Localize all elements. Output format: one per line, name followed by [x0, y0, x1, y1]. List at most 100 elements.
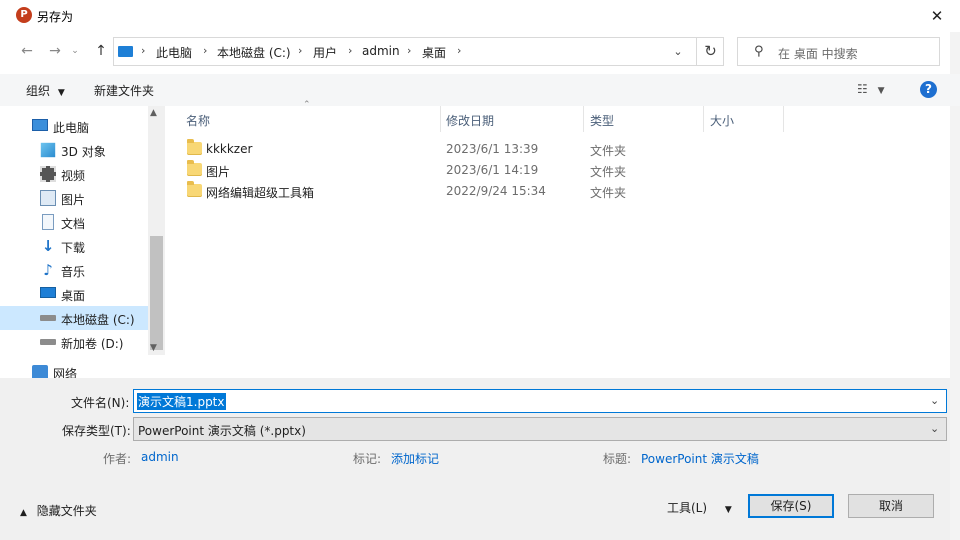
computer-icon [32, 119, 48, 131]
nav-item-label: 本地磁盘 (C:) [61, 313, 135, 327]
column-header-name[interactable]: 名称 [186, 112, 210, 138]
tools-menu[interactable]: 工具(L) ▼ [667, 499, 732, 516]
nav-item-label: 新加卷 (D:) [61, 337, 124, 351]
file-modified: 2022/9/24 15:34 [446, 184, 546, 198]
nav-item-documents[interactable]: 文档 [0, 210, 148, 234]
file-modified: 2023/6/1 14:19 [446, 163, 539, 177]
address-dropdown-icon[interactable]: ⌄ [668, 42, 688, 62]
column-divider[interactable] [440, 106, 441, 132]
help-icon[interactable]: ? [920, 81, 937, 98]
column-divider[interactable] [583, 106, 584, 132]
up-arrow-icon[interactable]: ↑ [90, 40, 112, 62]
scroll-down-icon[interactable]: ▼ [150, 343, 157, 353]
file-modified: 2023/6/1 13:39 [446, 142, 539, 156]
file-type: 文件夹 [590, 144, 627, 158]
file-row[interactable]: 网络编辑超级工具箱 2022/9/24 15:34 文件夹 [168, 181, 638, 202]
back-arrow-icon[interactable]: ← [16, 40, 38, 62]
drive-icon [40, 315, 56, 321]
file-type: 文件夹 [590, 186, 627, 200]
new-folder-button[interactable]: 新建文件夹 [94, 82, 154, 99]
filetype-select[interactable]: PowerPoint 演示文稿 (*.pptx) ⌄ [133, 417, 947, 441]
column-divider[interactable] [783, 106, 784, 132]
column-divider[interactable] [703, 106, 704, 132]
nav-item-this-pc[interactable]: 此电脑 [0, 114, 148, 138]
nav-item-label: 此电脑 [53, 121, 90, 135]
music-icon: ♪ [43, 261, 53, 279]
file-type: 文件夹 [590, 165, 627, 179]
recent-chevron-icon[interactable]: ⌄ [64, 40, 86, 62]
filename-field[interactable]: 演示文稿1.pptx ⌄ [133, 389, 947, 413]
organize-menu[interactable]: 组织 ▼ [26, 82, 65, 99]
hide-folders-label: 隐藏文件夹 [36, 504, 97, 518]
tools-label: 工具(L) [667, 501, 708, 515]
file-row[interactable]: 图片 2023/6/1 14:19 文件夹 [168, 160, 638, 181]
breadcrumb-local-disk[interactable]: 本地磁盘 (C:) [217, 44, 291, 61]
title-value[interactable]: PowerPoint 演示文稿 [641, 450, 759, 467]
nav-item-label: 下载 [61, 241, 86, 255]
chevron-down-icon[interactable]: ⌄ [930, 422, 939, 435]
nav-item-3d-objects[interactable]: 3D 对象 [0, 138, 148, 162]
nav-scrollbar-thumb[interactable] [150, 236, 163, 350]
filetype-value: PowerPoint 演示文稿 (*.pptx) [138, 424, 306, 438]
nav-item-network[interactable]: 网络 [0, 361, 148, 378]
folder-icon [187, 181, 202, 197]
dropdown-arrow-icon: ▼ [724, 505, 732, 515]
dropdown-arrow-icon: ▼ [57, 88, 65, 98]
organize-label: 组织 [26, 84, 51, 98]
nav-item-new-volume-d[interactable]: 新加卷 (D:) [0, 330, 148, 354]
address-bar[interactable]: › 此电脑 › 本地磁盘 (C:) › 用户 › admin › 桌面 › ⌄ [113, 37, 724, 66]
column-header-modified[interactable]: 修改日期 [446, 112, 494, 138]
breadcrumb-admin[interactable]: admin [362, 44, 400, 58]
breadcrumb-users[interactable]: 用户 [313, 44, 337, 61]
nav-item-pictures[interactable]: 图片 [0, 186, 148, 210]
chevron-up-icon: ▲ [20, 508, 27, 518]
column-header-size[interactable]: 大小 [710, 112, 734, 138]
tags-value[interactable]: 添加标记 [391, 450, 439, 467]
pictures-icon [40, 190, 56, 206]
cancel-button[interactable]: 取消 [848, 494, 934, 518]
breadcrumb-separator[interactable]: › [203, 44, 207, 57]
breadcrumb-separator[interactable]: › [141, 44, 145, 57]
download-icon: ↓ [41, 237, 55, 255]
chevron-down-icon[interactable]: ⌄ [930, 394, 939, 407]
folder-icon [187, 139, 202, 155]
filetype-label: 保存类型(T): [62, 424, 131, 438]
title-bar [0, 0, 960, 32]
file-row[interactable]: kkkkzer 2023/6/1 13:39 文件夹 [168, 139, 638, 160]
hide-folders-toggle[interactable]: ▲ 隐藏文件夹 [20, 502, 97, 519]
save-button[interactable]: 保存(S) [748, 494, 834, 518]
breadcrumb-separator[interactable]: › [348, 44, 352, 57]
search-input[interactable]: ⚲ 在 桌面 中搜索 [737, 37, 940, 66]
column-header-type[interactable]: 类型 [590, 112, 614, 138]
breadcrumb-separator[interactable]: › [407, 44, 411, 57]
nav-item-videos[interactable]: 视频 [0, 162, 148, 186]
nav-item-desktop[interactable]: 桌面 [0, 282, 148, 306]
author-value[interactable]: admin [141, 450, 179, 464]
breadcrumb-desktop[interactable]: 桌面 [422, 44, 446, 61]
network-icon [32, 365, 48, 378]
nav-item-label: 网络 [53, 367, 78, 378]
view-options-icon[interactable]: ☷ ▼ [857, 82, 885, 96]
filename-label: 文件名(N): [71, 396, 130, 410]
drive-icon [40, 339, 56, 345]
scroll-up-icon[interactable]: ▲ [150, 108, 157, 118]
nav-item-downloads[interactable]: ↓ 下载 [0, 234, 148, 258]
breadcrumb-separator[interactable]: › [298, 44, 302, 57]
nav-item-label: 音乐 [61, 265, 86, 279]
nav-item-label: 视频 [61, 169, 86, 183]
nav-item-music[interactable]: ♪ 音乐 [0, 258, 148, 282]
nav-item-label: 文档 [61, 217, 86, 231]
computer-icon [118, 46, 133, 57]
breadcrumb-this-pc[interactable]: 此电脑 [156, 44, 192, 61]
close-button[interactable]: ✕ [924, 4, 950, 28]
powerpoint-icon: P [16, 7, 32, 23]
refresh-icon[interactable]: ↻ [696, 37, 724, 66]
nav-item-label: 图片 [61, 193, 86, 207]
folder-icon [187, 160, 202, 176]
nav-item-local-disk-c[interactable]: 本地磁盘 (C:) [0, 306, 148, 330]
desktop-icon [40, 287, 56, 298]
breadcrumb-separator[interactable]: › [457, 44, 461, 57]
forward-arrow-icon[interactable]: → [44, 40, 66, 62]
file-name: kkkkzer [206, 142, 253, 156]
file-name: 网络编辑超级工具箱 [206, 186, 315, 200]
